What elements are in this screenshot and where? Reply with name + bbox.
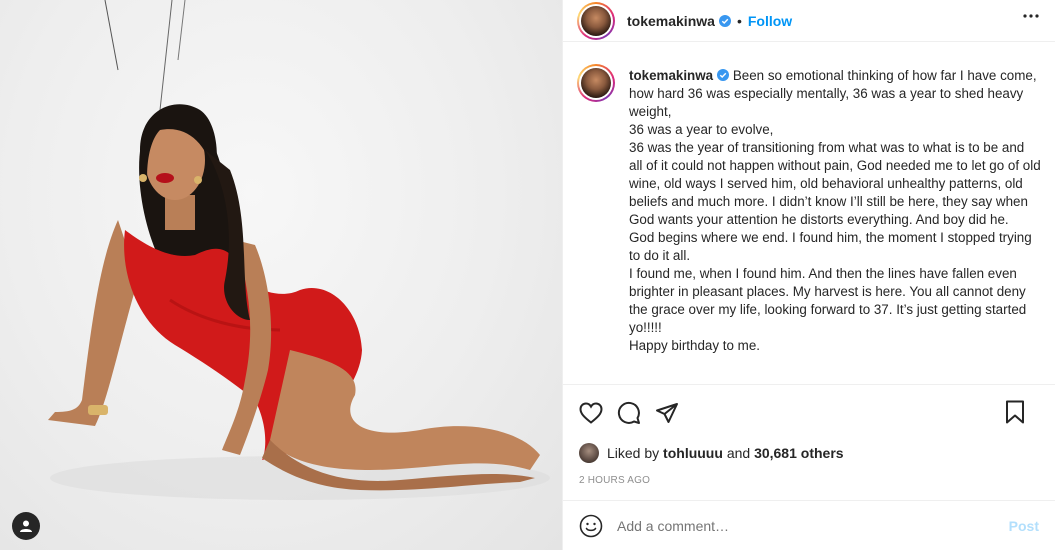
like-heart-icon[interactable] bbox=[579, 402, 603, 424]
post-photo[interactable] bbox=[0, 0, 562, 550]
avatar[interactable] bbox=[577, 1, 615, 40]
caption-verified-badge-icon bbox=[717, 69, 730, 81]
caption-area: tokemakinwa Been so emotional thinking o… bbox=[563, 42, 1055, 384]
verified-badge-icon bbox=[718, 14, 731, 27]
save-bookmark-icon[interactable] bbox=[1005, 400, 1025, 424]
comment-bubble-icon[interactable] bbox=[617, 401, 641, 425]
likes-prefix: Liked by bbox=[607, 445, 660, 461]
likes-count[interactable]: 30,681 others bbox=[754, 445, 844, 461]
caption-paragraph: 36 was the year of transitioning from wh… bbox=[629, 140, 1045, 227]
likes-and: and bbox=[726, 445, 751, 461]
actions-block: Liked by tohluuuu and 30,681 others 2 HO… bbox=[563, 384, 1055, 486]
more-horizontal-icon[interactable] bbox=[1023, 14, 1039, 18]
caption-paragraph: I found me, when I found him. And then t… bbox=[629, 266, 1030, 335]
instagram-post: tokemakinwa • Follow tokemakinwa Been so… bbox=[0, 0, 1055, 550]
post-timestamp[interactable]: 2 HOURS AGO bbox=[579, 475, 1039, 486]
photo-illustration bbox=[48, 0, 550, 500]
post-header: tokemakinwa • Follow bbox=[563, 0, 1055, 42]
follow-button[interactable]: Follow bbox=[748, 13, 792, 29]
header-username[interactable]: tokemakinwa bbox=[627, 13, 715, 29]
post-sidebar: tokemakinwa • Follow tokemakinwa Been so… bbox=[562, 0, 1055, 550]
caption-username[interactable]: tokemakinwa bbox=[629, 68, 713, 83]
comment-input[interactable] bbox=[617, 517, 1009, 534]
action-icons bbox=[579, 397, 1039, 429]
likes-summary: Liked by tohluuuu and 30,681 others bbox=[579, 443, 1039, 463]
avatar-image bbox=[581, 5, 611, 36]
emoji-smiley-icon[interactable] bbox=[579, 514, 603, 538]
user-tag-icon[interactable] bbox=[12, 512, 40, 540]
separator-dot: • bbox=[736, 12, 742, 29]
caption-avatar-image bbox=[581, 68, 611, 98]
liker-username[interactable]: tohluuuu bbox=[663, 445, 723, 461]
share-paper-plane-icon[interactable] bbox=[655, 402, 679, 424]
caption-paragraph: 36 was a year to evolve, bbox=[629, 122, 774, 137]
post-comment-button[interactable]: Post bbox=[1009, 518, 1039, 534]
liker-avatar[interactable] bbox=[579, 443, 599, 463]
caption-paragraph: Happy birthday to me. bbox=[629, 338, 760, 353]
caption-avatar[interactable] bbox=[577, 64, 615, 102]
caption-text: tokemakinwa Been so emotional thinking o… bbox=[629, 67, 1041, 355]
comment-composer: Post bbox=[563, 500, 1055, 550]
caption-paragraph: God begins where we end. I found him, th… bbox=[629, 230, 1036, 263]
